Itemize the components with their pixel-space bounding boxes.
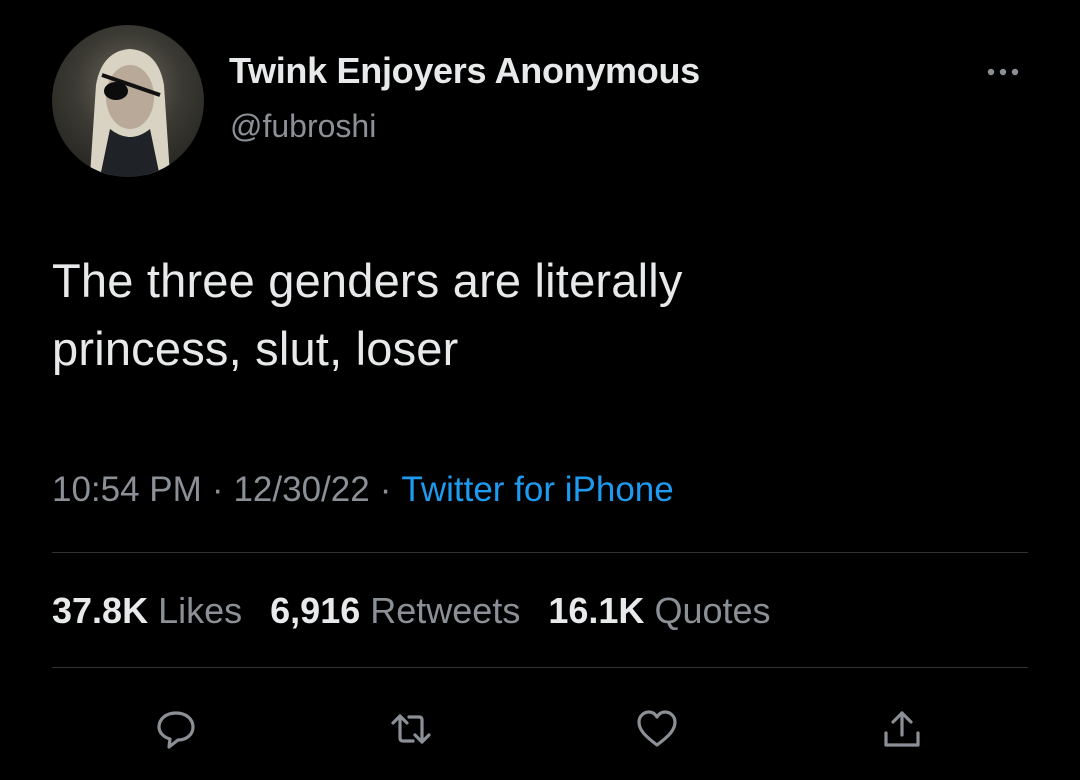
reply-button[interactable]	[151, 704, 201, 754]
avatar[interactable]	[52, 25, 204, 177]
tweet-source-link[interactable]: Twitter for iPhone	[401, 470, 673, 509]
separator: ·	[379, 470, 392, 509]
like-button[interactable]	[632, 704, 682, 754]
divider	[52, 667, 1028, 668]
avatar-image	[90, 49, 170, 177]
likes-stat[interactable]: 37.8K Likes	[52, 590, 260, 631]
likes-count: 37.8K	[52, 590, 149, 631]
share-icon	[884, 711, 920, 747]
reply-icon	[157, 711, 195, 749]
tweet-date[interactable]: 12/30/22	[233, 470, 369, 509]
retweets-count: 6,916	[270, 590, 361, 631]
tweet-text: The three genders are literally princess…	[52, 247, 1012, 383]
tweet-detail: Twink Enjoyers Anonymous @fubroshi The t…	[0, 0, 1080, 780]
tweet-text-line: The three genders are literally	[52, 254, 683, 307]
retweets-stat[interactable]: 6,916 Retweets	[270, 590, 538, 631]
retweet-button[interactable]	[386, 704, 436, 754]
quotes-stat[interactable]: 16.1K Quotes	[548, 590, 788, 631]
heart-icon	[637, 710, 677, 747]
retweet-icon	[391, 714, 431, 744]
divider	[52, 552, 1028, 553]
separator: ·	[211, 470, 224, 509]
display-name[interactable]: Twink Enjoyers Anonymous	[229, 50, 700, 92]
quotes-count: 16.1K	[548, 590, 645, 631]
retweets-label: Retweets	[370, 590, 521, 631]
likes-label: Likes	[158, 590, 243, 631]
tweet-time[interactable]: 10:54 PM	[52, 470, 202, 509]
share-button[interactable]	[877, 704, 927, 754]
quotes-label: Quotes	[654, 590, 771, 631]
tweet-stats: 37.8K Likes 6,916 Retweets 16.1K Quotes	[52, 590, 789, 632]
more-icon[interactable]	[983, 62, 1023, 82]
tweet-meta: 10:54 PM · 12/30/22 · Twitter for iPhone	[52, 470, 674, 510]
tweet-text-line: princess, slut, loser	[52, 322, 459, 375]
user-handle[interactable]: @fubroshi	[230, 108, 376, 145]
